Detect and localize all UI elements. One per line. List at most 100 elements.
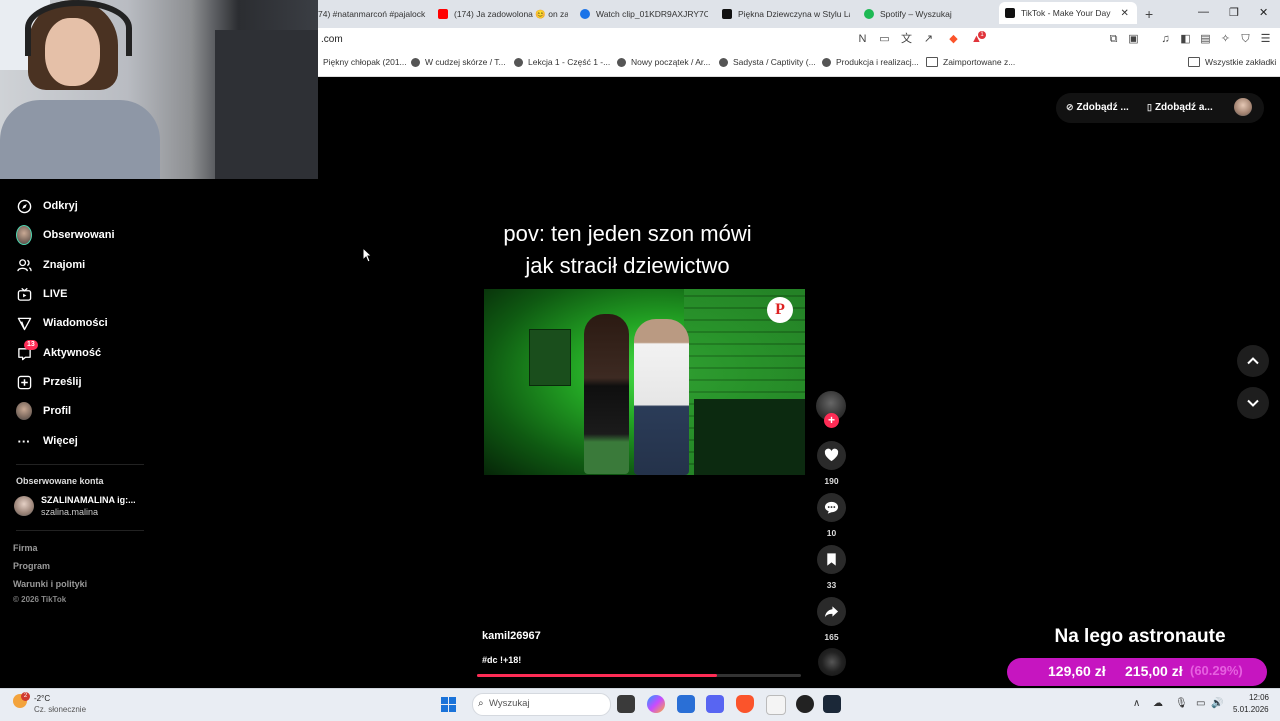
vpn-icon[interactable]: ⛉	[1239, 33, 1252, 46]
sidebar-item-profil[interactable]: Profil	[16, 400, 71, 422]
music-icon[interactable]: ♫	[1159, 33, 1172, 46]
new-tab-button[interactable]: +	[1145, 6, 1153, 22]
brave-shield-icon[interactable]: ◆	[947, 33, 960, 46]
menu-icon[interactable]: ☰	[1259, 33, 1272, 46]
wallet2-icon[interactable]: ▤	[1199, 33, 1212, 46]
footer-link-program[interactable]: Program	[13, 561, 50, 571]
clock-time[interactable]: 12:06	[1247, 693, 1269, 702]
translate-icon[interactable]: 文	[900, 33, 913, 46]
send-icon	[16, 315, 32, 331]
taskbar	[0, 688, 1280, 721]
start-button[interactable]	[441, 697, 456, 712]
next-video-button[interactable]	[1237, 387, 1269, 419]
sidebar-item-wiecej[interactable]: ··· Więcej	[16, 430, 78, 452]
tray-mic-icon[interactable]: 🎙	[1175, 698, 1188, 709]
extensions-icon[interactable]: ⧉	[1107, 33, 1120, 46]
copilot-icon[interactable]	[647, 695, 665, 713]
video-player[interactable]: P	[484, 289, 805, 475]
previous-video-button[interactable]	[1237, 345, 1269, 377]
reader-icon[interactable]: N	[856, 33, 869, 46]
sidebar-item-wiadomosci[interactable]: Wiadomości	[16, 312, 108, 334]
extension-badge: 1	[978, 31, 986, 39]
get-app-label: Zdobądź a...	[1154, 102, 1213, 113]
footer-link-firma[interactable]: Firma	[13, 543, 38, 553]
tab-2[interactable]: (174) Ja zadowolona 😊 on za	[438, 4, 568, 24]
bookmark-folder[interactable]: Zaimportowane z...	[926, 57, 1015, 67]
taskbar-search-placeholder: Wyszukaj	[489, 698, 530, 709]
overlay-price-2: 215,00 zł	[1125, 663, 1183, 679]
close-window-icon[interactable]: ✕	[1259, 6, 1268, 19]
notes-icon[interactable]	[766, 695, 786, 715]
discord-icon[interactable]	[706, 695, 724, 713]
ai-icon[interactable]: ✧	[1219, 33, 1232, 46]
minimize-icon[interactable]: —	[1198, 6, 1209, 18]
tray-volume-icon[interactable]: 🔊	[1211, 698, 1223, 709]
close-tab-icon[interactable]: ✕	[1120, 8, 1128, 19]
brave-icon[interactable]	[736, 695, 754, 713]
copyright: © 2026 TikTok	[13, 595, 67, 604]
globe-icon	[719, 57, 728, 67]
webcam-overlay	[0, 0, 318, 179]
bookmark-4[interactable]: Nowy początek / Ar...	[617, 57, 710, 67]
footer-link-terms[interactable]: Warunki i polityki	[13, 579, 87, 589]
sidebar-item-znajomi[interactable]: Znajomi	[16, 254, 85, 276]
globe-icon	[411, 57, 420, 67]
tab-4[interactable]: Piękna Dziewczyna w Stylu Lat	[722, 4, 850, 24]
music-disc-icon[interactable]	[818, 648, 846, 676]
bookmark-3[interactable]: Lekcja 1 - Część 1 -...	[514, 57, 610, 67]
follow-plus-icon[interactable]: +	[824, 413, 839, 428]
bookmark-label: Sadysta / Captivity (...	[733, 57, 816, 67]
obs-icon[interactable]	[796, 695, 814, 713]
folder-icon	[1188, 57, 1200, 67]
sidebar-toggle-icon[interactable]: ◧	[1179, 33, 1192, 46]
followed-account-avatar[interactable]	[14, 496, 34, 516]
tab-label: Piękna Dziewczyna w Stylu Lat	[738, 9, 850, 19]
sidebar-item-odkryj[interactable]: Odkryj	[16, 195, 78, 217]
followed-account-name[interactable]: SZALINAMALINA ig:...	[41, 495, 136, 505]
sidebar-item-aktywnosc[interactable]: 13 Aktywność	[16, 340, 102, 364]
tab-3[interactable]: Watch clip_01KDR9AXJRY7C3F	[580, 4, 708, 24]
user-avatar[interactable]	[1234, 98, 1252, 116]
followed-account-username[interactable]: szalina.malina	[41, 507, 98, 517]
comment-button[interactable]	[817, 493, 846, 522]
weather-condition[interactable]: Cz. słonecznie	[34, 705, 86, 714]
video-author[interactable]: kamil26967	[482, 630, 541, 642]
tray-cloud-icon[interactable]: ☁	[1153, 698, 1163, 709]
bookmark-5[interactable]: Sadysta / Captivity (...	[719, 57, 816, 67]
tab-5[interactable]: Spotify – Wyszukaj	[864, 4, 984, 24]
like-count: 190	[824, 476, 839, 486]
restore-icon[interactable]: ❐	[1229, 6, 1239, 19]
share-icon[interactable]: ↗	[922, 33, 935, 46]
clock-date[interactable]: 5.01.2026	[1233, 705, 1269, 714]
save-button[interactable]	[817, 545, 846, 574]
tray-chevron-icon[interactable]: ∧	[1133, 698, 1140, 709]
steam-icon[interactable]	[823, 695, 841, 713]
weather-temperature[interactable]: -2°C	[34, 694, 50, 703]
activity-icon: 13	[16, 340, 38, 361]
tab-1[interactable]: 74) #natanmarcoń #pajalock	[318, 4, 428, 24]
bookmark-label: Nowy początek / Ar...	[631, 57, 711, 67]
sidebar-item-live[interactable]: LIVE	[16, 283, 67, 305]
sidebar-item-label: Aktywność	[43, 347, 102, 359]
tab-tiktok-active[interactable]: TikTok - Make Your Day ✕	[999, 2, 1137, 24]
wallet-icon[interactable]: ▣	[1127, 33, 1140, 46]
bookmark-6[interactable]: Produkcja i realizacj...	[822, 57, 919, 67]
like-button[interactable]	[817, 441, 846, 470]
share-button[interactable]	[817, 597, 846, 626]
tiktok-icon	[722, 9, 732, 19]
url-field[interactable]: .com	[321, 34, 343, 45]
file-manager-icon[interactable]	[617, 695, 635, 713]
store-icon[interactable]	[677, 695, 695, 713]
get-app-button[interactable]: ▯ Zdobądź a...	[1147, 102, 1213, 113]
bookmark-1[interactable]: Piękny chłopak (201...	[323, 57, 407, 67]
more-dots-icon: ···	[17, 433, 31, 449]
sidebar-item-label: Więcej	[43, 435, 78, 447]
bookmark-2[interactable]: W cudzej skórze / T...	[411, 57, 506, 67]
get-coins-button[interactable]: ⊘ Zdobądź ...	[1066, 102, 1129, 113]
search-icon: ⌕	[478, 698, 484, 709]
tray-network-icon[interactable]: ▭	[1196, 698, 1205, 709]
sidebar-item-przeslij[interactable]: Prześlij	[16, 371, 82, 393]
cast-icon[interactable]: ▭	[878, 33, 891, 46]
all-bookmarks[interactable]: Wszystkie zakładki	[1188, 57, 1276, 67]
sidebar-item-obserwowani[interactable]: Obserwowani	[16, 224, 115, 246]
